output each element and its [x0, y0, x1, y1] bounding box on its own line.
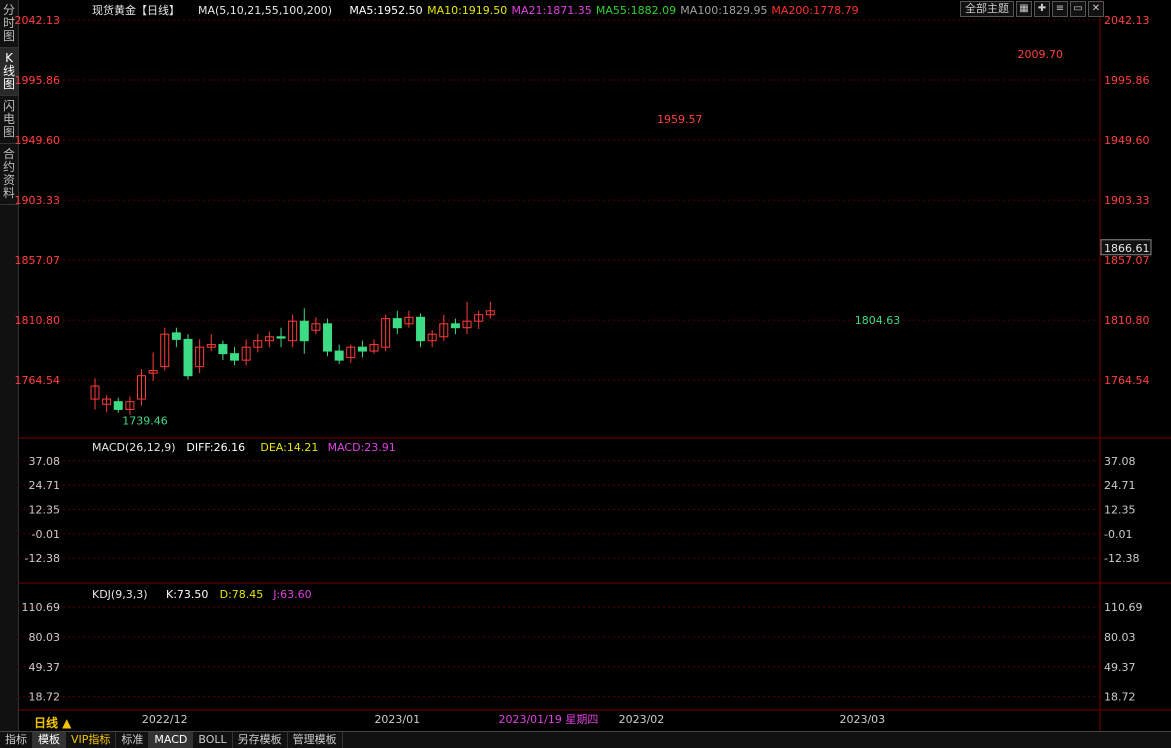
- macd-legend-item: MACD:23.91: [328, 441, 396, 454]
- macd-tick-right: 12.35: [1104, 503, 1136, 516]
- macd-tick-left: 24.71: [29, 479, 61, 492]
- candle-body: [299, 320, 309, 342]
- price-annotation: 1804.63: [855, 314, 901, 327]
- tab-macd[interactable]: MACD: [149, 732, 194, 748]
- price-tick-right: 2042.13: [1104, 14, 1150, 27]
- ma-legend-item: MA55:1882.09: [596, 4, 676, 17]
- price-annotation: 1739.46: [122, 415, 168, 428]
- current-price-label: 1866.61: [1104, 242, 1150, 255]
- macd-tick-right: 37.08: [1104, 455, 1136, 468]
- price-tick-left: 1810.80: [15, 314, 61, 327]
- tab-standard[interactable]: 标准: [116, 732, 150, 748]
- kdj-tick-left: 80.03: [29, 631, 61, 644]
- price-annotation: 1959.57: [657, 113, 703, 126]
- bottom-toolbar: 指标 模板 VIP指标 标准 MACD BOLL 另存模板 管理模板: [0, 731, 1171, 748]
- price-tick-right: 1810.80: [1104, 314, 1150, 327]
- price-tick-right: 1949.60: [1104, 134, 1150, 147]
- ma-legend-item: MA21:1871.35: [512, 4, 592, 17]
- kdj-tick-right: 110.69: [1104, 601, 1143, 614]
- kdj-tick-left: 110.69: [22, 601, 61, 614]
- macd-tick-left: 37.08: [29, 455, 61, 468]
- close-icon[interactable]: ✕: [1088, 1, 1104, 17]
- kdj-tick-right: 80.03: [1104, 631, 1136, 644]
- macd-legend-item: MACD(26,12,9): [92, 441, 176, 454]
- period-selector[interactable]: 日线 ▲: [34, 714, 71, 731]
- price-annotation: 2009.70: [1017, 48, 1062, 61]
- macd-tick-right: -0.01: [1104, 528, 1132, 541]
- candle-body: [218, 344, 228, 355]
- kdj-tick-left: 18.72: [29, 691, 61, 704]
- price-tick-right: 1764.54: [1104, 374, 1150, 387]
- price-tick-left: 1764.54: [15, 374, 61, 387]
- candle-body: [334, 350, 344, 361]
- candle-body: [276, 336, 286, 339]
- tab-indicators[interactable]: 指标: [0, 732, 33, 748]
- kdj-tick-right: 49.37: [1104, 661, 1136, 674]
- crosshair-icon[interactable]: ✚: [1034, 1, 1050, 17]
- date-label: 2023/02: [619, 713, 665, 726]
- macd-legend-item: DEA:14.21: [260, 441, 318, 454]
- macd-tick-right: -12.38: [1104, 552, 1139, 565]
- date-label: 2023/03: [839, 713, 885, 726]
- candle-body: [392, 318, 402, 329]
- candle-body: [230, 353, 240, 361]
- price-chart[interactable]: 2042.13 2042.13 1995.86 1995.86 1949.60 1949.…: [0, 0, 1171, 731]
- ma-legend-item: MA200:1778.79: [771, 4, 858, 17]
- kdj-legend-item: K:73.50: [166, 588, 208, 601]
- theme-button[interactable]: 全部主题: [960, 1, 1014, 17]
- candle-body: [113, 401, 123, 410]
- candle-body: [323, 323, 333, 352]
- tab-save-template[interactable]: 另存模板: [233, 732, 288, 748]
- chart-title: 现货黄金【日线】: [92, 3, 180, 17]
- ma-legend-item: MA(5,10,21,55,100,200): [198, 4, 332, 17]
- tab-vip-indicators[interactable]: VIP指标: [66, 732, 117, 748]
- ma-legend-item: MA5:1952.50: [349, 4, 422, 17]
- tab-templates[interactable]: 模板: [33, 732, 66, 748]
- date-label: 2022/12: [142, 713, 188, 726]
- kdj-legend-item: KDJ(9,3,3): [92, 588, 148, 601]
- restore-icon[interactable]: ▭: [1070, 1, 1086, 17]
- kdj-legend-item: J:63.60: [272, 588, 311, 601]
- price-tick-left: 1903.33: [15, 194, 61, 207]
- ma-legend-item: MA100:1829.95: [680, 4, 767, 17]
- candle-body: [416, 316, 426, 342]
- grid-icon[interactable]: ▦: [1016, 1, 1032, 17]
- candle-body: [171, 332, 181, 340]
- price-tick-right: 1995.86: [1104, 74, 1150, 87]
- candle-body: [450, 323, 460, 329]
- tab-manage-templates[interactable]: 管理模板: [288, 732, 343, 748]
- kdj-tick-right: 18.72: [1104, 691, 1136, 704]
- macd-legend-item: DIFF:26.16: [186, 441, 245, 454]
- macd-tick-left: -12.38: [25, 552, 60, 565]
- candle-body: [183, 338, 193, 377]
- kdj-tick-left: 49.37: [29, 661, 61, 674]
- tab-boll[interactable]: BOLL: [193, 732, 233, 748]
- price-tick-left: 2042.13: [15, 14, 61, 27]
- ma-legend-item: MA10:1919.50: [427, 4, 507, 17]
- price-tick-left: 1857.07: [15, 254, 61, 267]
- price-tick-right: 1857.07: [1104, 254, 1150, 267]
- price-tick-left: 1995.86: [15, 74, 61, 87]
- top-toolbar: 全部主题 ▦ ✚ ≡ ▭ ✕: [960, 1, 1104, 17]
- macd-tick-left: 12.35: [29, 503, 61, 516]
- kdj-legend-item: D:78.45: [220, 588, 264, 601]
- macd-tick-left: -0.01: [32, 528, 60, 541]
- date-label: 2023/01: [374, 713, 420, 726]
- menu-icon[interactable]: ≡: [1052, 1, 1068, 17]
- macd-tick-right: 24.71: [1104, 479, 1136, 492]
- price-tick-right: 1903.33: [1104, 194, 1150, 207]
- date-label: 2023/01/19 星期四: [498, 713, 598, 726]
- candle-body: [357, 346, 367, 352]
- price-tick-left: 1949.60: [15, 134, 61, 147]
